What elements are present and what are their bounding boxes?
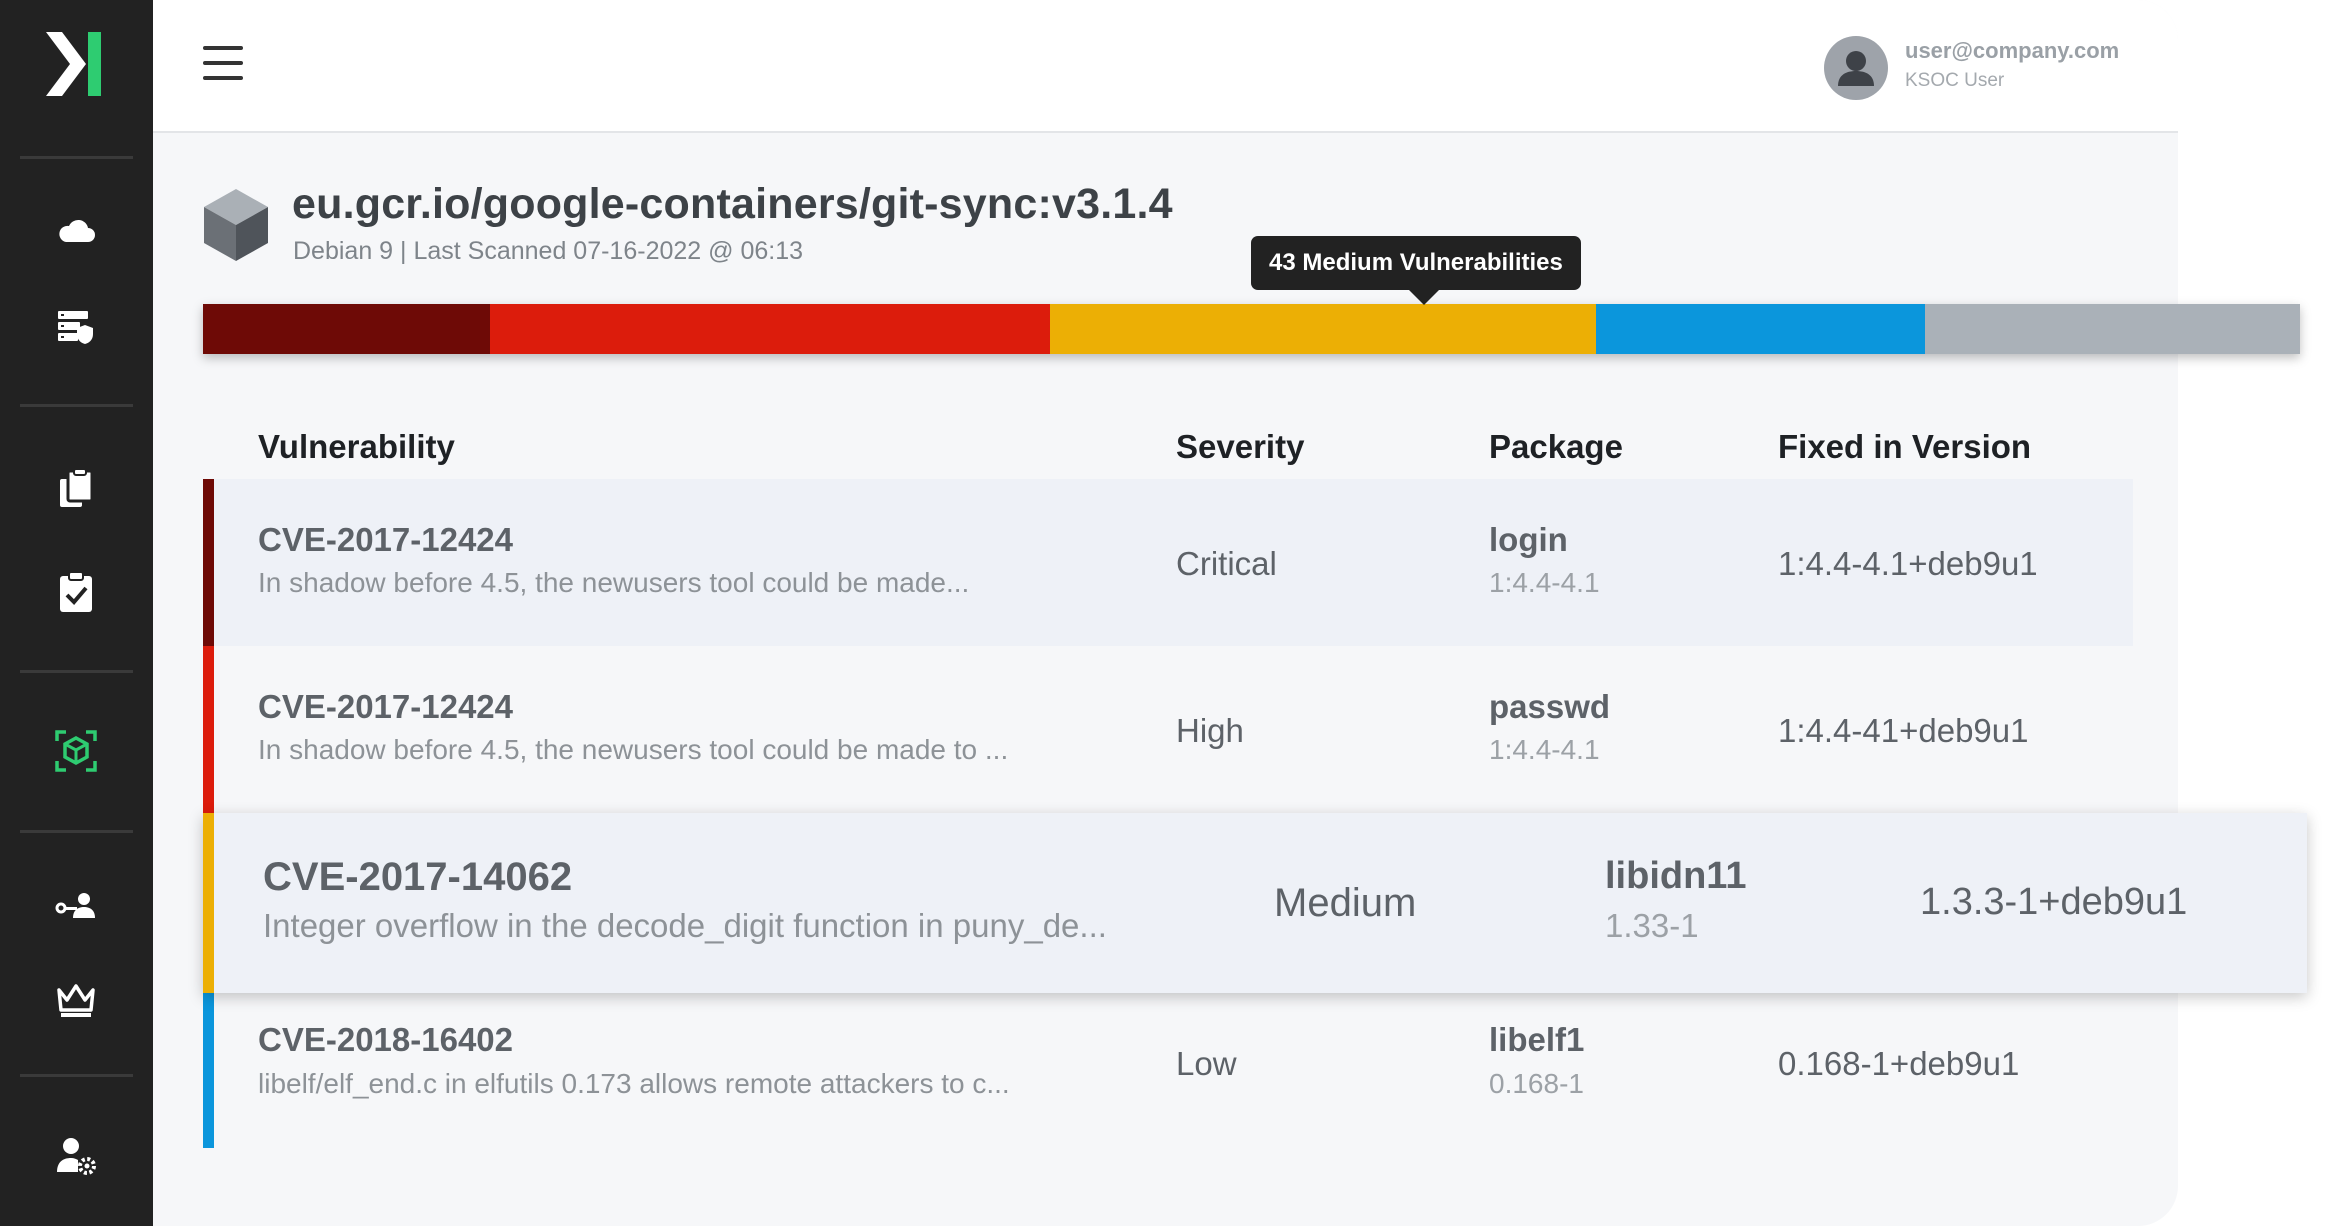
- table-row-highlighted[interactable]: CVE-2017-14062 Integer overflow in the d…: [203, 813, 2307, 993]
- medium-segment[interactable]: [1050, 304, 1596, 354]
- column-header-fixed-version[interactable]: Fixed in Version: [1778, 428, 2031, 466]
- sidebar-divider: [20, 156, 133, 159]
- severity-stripe: [203, 813, 214, 993]
- high-segment[interactable]: [490, 304, 1050, 354]
- scan-subtitle: Debian 9 | Last Scanned 07-16-2022 @ 06:…: [293, 237, 804, 265]
- container-image-icon: [200, 185, 272, 265]
- severity-value: Medium: [1274, 881, 1417, 925]
- avatar[interactable]: [1824, 36, 1888, 100]
- severity-stripe: [203, 646, 214, 813]
- fixed-version: 1:4.4-4.1+deb9u1: [1778, 545, 2038, 582]
- key-user-icon[interactable]: [52, 882, 100, 930]
- crown-icon[interactable]: [52, 976, 100, 1024]
- cve-description: In shadow before 4.5, the newusers tool …: [258, 567, 970, 598]
- fixed-version: 0.168-1+deb9u1: [1778, 1045, 2020, 1082]
- unknown-segment[interactable]: [1925, 304, 2300, 354]
- user-settings-icon[interactable]: [52, 1132, 100, 1180]
- severity-tooltip: 43 Medium Vulnerabilities: [1251, 236, 1581, 290]
- column-header-severity[interactable]: Severity: [1176, 428, 1304, 466]
- clipboard-copy-icon[interactable]: [52, 465, 100, 513]
- sidebar-divider: [20, 1074, 133, 1077]
- package-version: 0.168-1: [1489, 1068, 1584, 1099]
- server-shield-icon[interactable]: [52, 303, 100, 351]
- cve-description: Integer overflow in the decode_digit fun…: [263, 907, 1107, 944]
- sidebar-divider: [20, 830, 133, 833]
- menu-icon[interactable]: [203, 46, 243, 82]
- severity-value: Critical: [1176, 545, 1277, 582]
- package-name: libelf1: [1489, 1021, 1585, 1058]
- severity-stripe: [203, 479, 214, 646]
- cve-id[interactable]: CVE-2018-16402: [258, 1021, 513, 1059]
- cve-id[interactable]: CVE-2017-12424: [258, 688, 513, 726]
- column-header-vulnerability[interactable]: Vulnerability: [258, 428, 455, 466]
- table-row[interactable]: CVE-2017-12424 In shadow before 4.5, the…: [203, 646, 2133, 813]
- table-row[interactable]: CVE-2018-16402 libelf/elf_end.c in elfut…: [203, 993, 2133, 1160]
- cve-description: libelf/elf_end.c in elfutils 0.173 allow…: [258, 1068, 1010, 1099]
- fixed-version: 1.3.3-1+deb9u1: [1920, 881, 2188, 923]
- user-email[interactable]: user@company.com: [1905, 38, 2119, 64]
- fixed-version: 1:4.4-41+deb9u1: [1778, 712, 2029, 749]
- sidebar: [0, 0, 153, 1226]
- sidebar-divider: [20, 670, 133, 673]
- page-title: eu.gcr.io/google-containers/git-sync:v3.…: [292, 180, 1173, 228]
- ksoc-logo[interactable]: [42, 30, 108, 98]
- package-name: passwd: [1489, 688, 1611, 725]
- cloud-icon[interactable]: [52, 208, 100, 256]
- user-role: KSOC User: [1905, 70, 2005, 91]
- low-segment[interactable]: [1596, 304, 1925, 354]
- package-name: libidn11: [1605, 855, 1747, 897]
- severity-value: Low: [1176, 1045, 1237, 1082]
- severity-stripe: [203, 993, 214, 1148]
- table-row[interactable]: CVE-2017-12424 In shadow before 4.5, the…: [203, 479, 2133, 646]
- tooltip-arrow: [1408, 289, 1440, 305]
- cve-description: In shadow before 4.5, the newusers tool …: [258, 734, 1009, 765]
- cve-id[interactable]: CVE-2017-14062: [263, 855, 572, 900]
- clipboard-check-icon[interactable]: [52, 568, 100, 616]
- cve-id[interactable]: CVE-2017-12424: [258, 521, 513, 559]
- sidebar-divider: [20, 404, 133, 407]
- package-version: 1:4.4-4.1: [1489, 567, 1600, 598]
- container-scan-icon[interactable]: [52, 727, 100, 775]
- severity-distribution-bar: [203, 304, 2300, 354]
- column-header-package[interactable]: Package: [1489, 428, 1623, 466]
- package-name: login: [1489, 521, 1568, 558]
- severity-value: High: [1176, 712, 1244, 749]
- package-version: 1.33-1: [1605, 907, 1699, 944]
- package-version: 1:4.4-4.1: [1489, 734, 1600, 765]
- top-bar: user@company.com KSOC User: [153, 0, 2178, 133]
- critical-segment[interactable]: [203, 304, 490, 354]
